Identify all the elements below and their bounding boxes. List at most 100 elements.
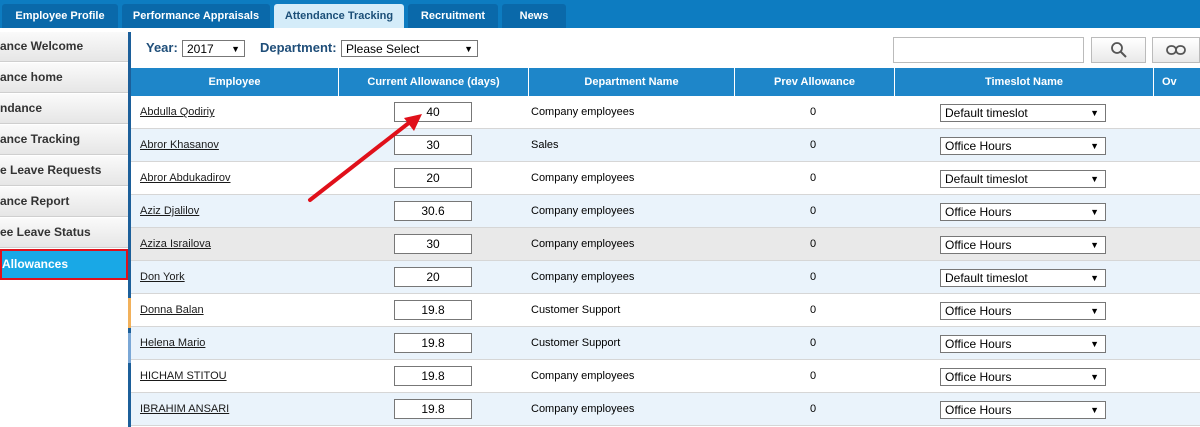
table-row: Helena Mario 19.8 Customer Support 0 Office … xyxy=(131,327,1200,360)
employee-name-link[interactable]: Abdulla Qodiriy xyxy=(140,96,215,128)
timeslot-select[interactable]: Default timeslot ▼ xyxy=(940,170,1106,188)
sidebar-item-leave-requests[interactable]: e Leave Requests xyxy=(0,156,128,186)
tab-employee-profile[interactable]: Employee Profile xyxy=(2,4,118,28)
timeslot-select[interactable]: Office Hours ▼ xyxy=(940,302,1106,320)
employee-name-link[interactable]: Aziz Djalilov xyxy=(140,195,199,227)
table-row: Don York 20 Company employees 0 Default time… xyxy=(131,261,1200,294)
timeslot-select[interactable]: Default timeslot ▼ xyxy=(940,269,1106,287)
prev-allowance: 0 xyxy=(809,304,817,316)
sidebar-item-label: ance Welcome xyxy=(0,39,84,53)
department-name: Company employees xyxy=(531,403,635,415)
timeslot-select[interactable]: Office Hours ▼ xyxy=(940,137,1106,155)
chevron-down-icon: ▼ xyxy=(1090,405,1099,415)
department-name: Company employees xyxy=(531,271,635,283)
chevron-down-icon: ▼ xyxy=(231,44,240,54)
timeslot-value: Default timeslot xyxy=(945,271,1028,285)
employee-name-link[interactable]: Don York xyxy=(140,261,185,293)
tab-performance-appraisals[interactable]: Performance Appraisals xyxy=(122,4,270,28)
prev-allowance: 0 xyxy=(809,271,817,283)
timeslot-select[interactable]: Office Hours ▼ xyxy=(940,203,1106,221)
table-row: IBRAHIM ANSARI 19.8 Company employees 0 Offi… xyxy=(131,393,1200,426)
sidebar-item-attendance-welcome[interactable]: ance Welcome xyxy=(0,32,128,62)
timeslot-select[interactable]: Office Hours ▼ xyxy=(940,401,1106,419)
sidebar-item-attendance-report[interactable]: ance Report xyxy=(0,187,128,217)
sidebar-item-label: Allowances xyxy=(2,257,69,271)
chevron-down-icon: ▼ xyxy=(1090,372,1099,382)
employee-name-link[interactable]: Aziza Israilova xyxy=(140,228,211,260)
prev-allowance: 0 xyxy=(809,106,817,118)
chevron-down-icon: ▼ xyxy=(1090,273,1099,283)
sidebar-item-attendance-home[interactable]: ance home xyxy=(0,63,128,93)
timeslot-select[interactable]: Office Hours ▼ xyxy=(940,335,1106,353)
chevron-down-icon: ▼ xyxy=(1090,339,1099,349)
tab-news[interactable]: News xyxy=(502,4,566,28)
table-row: HICHAM STITOU 19.8 Company employees 0 Offic… xyxy=(131,360,1200,393)
sidebar-item-label: e Leave Requests xyxy=(0,163,102,177)
department-name: Company employees xyxy=(531,205,635,217)
reset-button[interactable] xyxy=(1152,37,1200,63)
allowance-input[interactable]: 30 xyxy=(394,234,472,254)
column-header-department[interactable]: Department Name xyxy=(528,68,734,96)
allowance-input[interactable]: 19.8 xyxy=(394,300,472,320)
table-row: Abdulla Qodiriy 40 Company employees 0 Defau… xyxy=(131,96,1200,129)
search-icon xyxy=(1110,42,1127,58)
timeslot-value: Default timeslot xyxy=(945,172,1028,186)
chevron-down-icon: ▼ xyxy=(1090,174,1099,184)
search-input[interactable] xyxy=(893,37,1084,63)
timeslot-select[interactable]: Office Hours ▼ xyxy=(940,236,1106,254)
chevron-down-icon: ▼ xyxy=(1090,240,1099,250)
sidebar-item-allowances[interactable]: Allowances xyxy=(0,249,128,280)
column-header-timeslot[interactable]: Timeslot Name xyxy=(894,68,1153,96)
department-name: Company employees xyxy=(531,370,635,382)
timeslot-value: Default timeslot xyxy=(945,106,1028,120)
allowance-input[interactable]: 20 xyxy=(394,267,472,287)
timeslot-value: Office Hours xyxy=(945,370,1012,384)
table-row: Aziz Djalilov 30.6 Company employees 0 Offic… xyxy=(131,195,1200,228)
prev-allowance: 0 xyxy=(809,139,817,151)
table-row: Abror Abdukadirov 20 Company employees 0 Def… xyxy=(131,162,1200,195)
timeslot-select[interactable]: Default timeslot ▼ xyxy=(940,104,1106,122)
annotation-arrow xyxy=(308,114,422,202)
tab-recruitment[interactable]: Recruitment xyxy=(408,4,498,28)
column-header-prev-allowance[interactable]: Prev Allowance xyxy=(734,68,894,96)
timeslot-select[interactable]: Office Hours ▼ xyxy=(940,368,1106,386)
prev-allowance: 0 xyxy=(809,403,817,415)
employee-name-link[interactable]: Abror Abdukadirov xyxy=(140,162,231,194)
prev-allowance: 0 xyxy=(809,238,817,250)
sidebar-item-attendance[interactable]: ndance xyxy=(0,94,128,124)
department-select-value: Please Select xyxy=(346,42,420,56)
employee-name-link[interactable]: IBRAHIM ANSARI xyxy=(140,393,229,425)
sidebar: ance Welcome ance home ndance ance Track… xyxy=(0,32,128,427)
chevron-down-icon: ▼ xyxy=(1090,207,1099,217)
column-header-employee[interactable]: Employee xyxy=(131,68,338,96)
department-name: Company employees xyxy=(531,238,635,250)
column-header-current-allowance[interactable]: Current Allowance (days) xyxy=(338,68,528,96)
department-name: Customer Support xyxy=(531,337,621,349)
department-name: Sales xyxy=(531,139,559,151)
prev-allowance: 0 xyxy=(809,337,817,349)
year-select[interactable]: 2017 ▼ xyxy=(182,40,245,57)
allowance-input[interactable]: 19.8 xyxy=(394,333,472,353)
search-button[interactable] xyxy=(1091,37,1146,63)
allowance-input[interactable]: 19.8 xyxy=(394,366,472,386)
sidebar-item-attendance-tracking[interactable]: ance Tracking xyxy=(0,125,128,155)
column-header-overflow[interactable]: Ov xyxy=(1153,68,1200,96)
timeslot-value: Office Hours xyxy=(945,139,1012,153)
sidebar-item-label: ndance xyxy=(0,101,43,115)
employee-name-link[interactable]: HICHAM STITOU xyxy=(140,360,227,392)
sidebar-item-leave-status[interactable]: ee Leave Status xyxy=(0,218,128,248)
chevron-down-icon: ▼ xyxy=(1090,108,1099,118)
timeslot-value: Office Hours xyxy=(945,403,1012,417)
employee-name-link[interactable]: Donna Balan xyxy=(140,294,204,326)
top-navigation-bar: Employee Profile Performance Appraisals … xyxy=(0,0,1200,28)
department-select[interactable]: Please Select ▼ xyxy=(341,40,478,57)
allowance-input[interactable]: 19.8 xyxy=(394,399,472,419)
employee-name-link[interactable]: Abror Khasanov xyxy=(140,129,219,161)
table-row: Abror Khasanov 30 Sales 0 Office Hours ▼ xyxy=(131,129,1200,162)
prev-allowance: 0 xyxy=(809,205,817,217)
timeslot-value: Office Hours xyxy=(945,337,1012,351)
employee-name-link[interactable]: Helena Mario xyxy=(140,327,205,359)
department-name: Company employees xyxy=(531,106,635,118)
prev-allowance: 0 xyxy=(809,172,817,184)
tab-attendance-tracking[interactable]: Attendance Tracking xyxy=(274,4,404,28)
